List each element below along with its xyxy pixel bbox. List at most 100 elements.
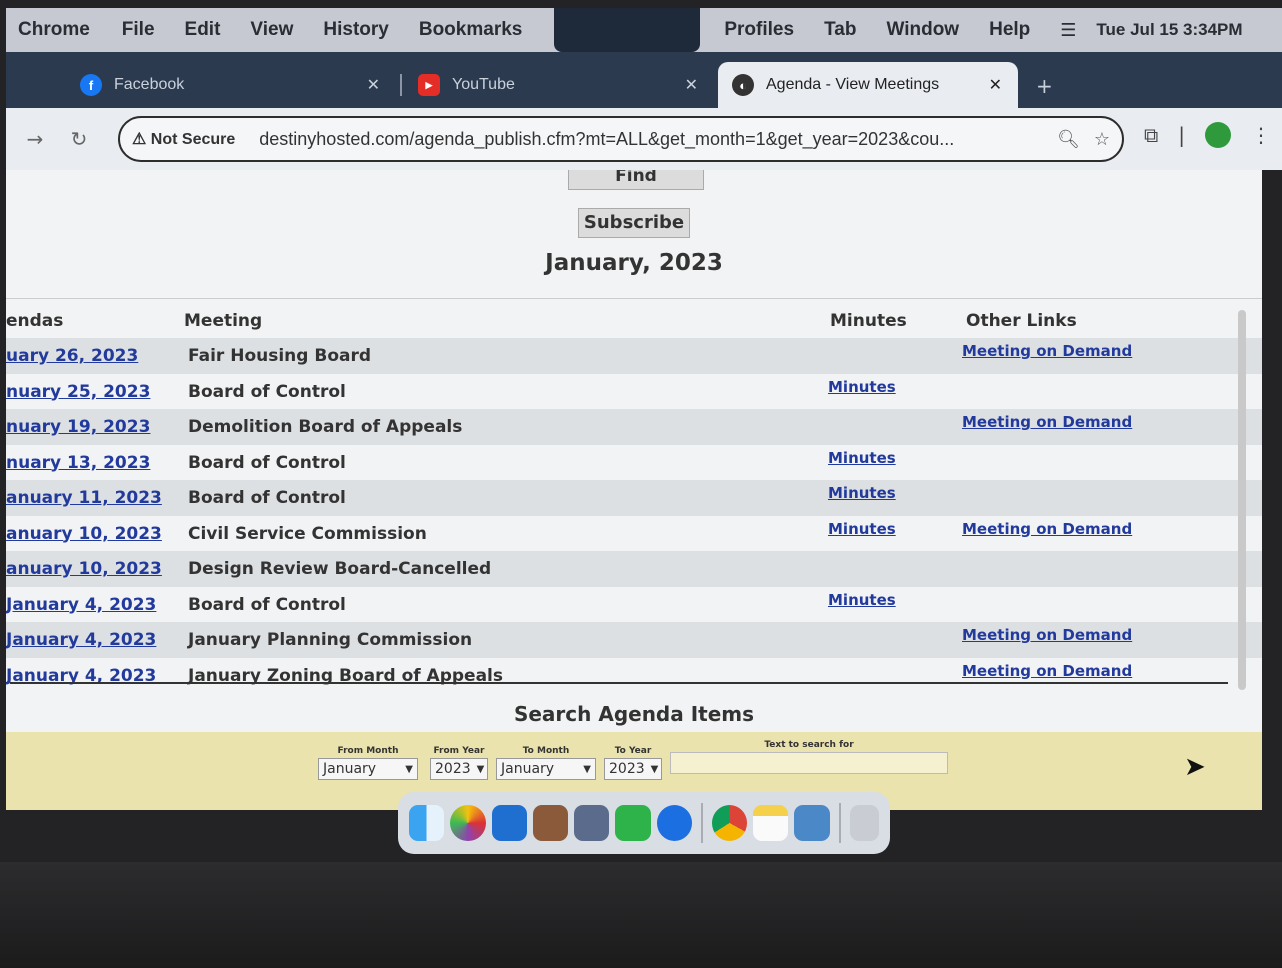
bookmark-star-icon[interactable]: ☆ bbox=[1094, 129, 1110, 150]
globe-icon: ◐ bbox=[732, 74, 754, 96]
profile-avatar[interactable] bbox=[1205, 122, 1232, 148]
mail-icon[interactable] bbox=[491, 805, 527, 841]
meeting-name: Board of Control bbox=[188, 594, 346, 615]
menu-profiles[interactable]: Profiles bbox=[724, 19, 794, 41]
tab-facebook[interactable]: f Facebook ✕ bbox=[66, 62, 396, 108]
menu-edit[interactable]: Edit bbox=[185, 19, 221, 41]
control-center-icon[interactable]: ☰ bbox=[1060, 20, 1076, 41]
url-text[interactable]: destinyhosted.com/agenda_publish.cfm?mt=… bbox=[259, 129, 1043, 150]
safari-icon[interactable] bbox=[656, 805, 692, 841]
zoom-icon[interactable]: 🔍︎ bbox=[1057, 129, 1080, 150]
minutes-link[interactable]: Minutes bbox=[828, 520, 896, 538]
chrome-icon[interactable] bbox=[711, 805, 748, 841]
notes-brown-icon[interactable] bbox=[532, 805, 569, 841]
table-row: nuary 25, 2023 Board of Control Minutes bbox=[6, 374, 1262, 410]
preview-icon[interactable] bbox=[794, 805, 830, 841]
menu-file[interactable]: File bbox=[122, 19, 155, 41]
meeting-name: Board of Control bbox=[188, 452, 346, 473]
agenda-date-link[interactable]: nuary 19, 2023 bbox=[6, 417, 150, 437]
toolbar-right: ⧉ | ⋮ bbox=[1144, 122, 1282, 148]
search-text-group: Text to search for bbox=[670, 740, 948, 774]
meeting-name: Civil Service Commission bbox=[188, 523, 427, 544]
extensions-icon[interactable]: ⧉ bbox=[1144, 123, 1158, 147]
meeting-on-demand-link[interactable]: Meeting on Demand bbox=[962, 662, 1132, 680]
meeting-on-demand-link[interactable]: Meeting on Demand bbox=[962, 413, 1132, 431]
search-agenda-title: Search Agenda Items bbox=[513, 702, 755, 726]
launchpad-icon[interactable] bbox=[574, 805, 610, 841]
web-page: Find Meetings Subscribe January, 2023 en… bbox=[6, 170, 1262, 810]
photos-icon[interactable] bbox=[450, 805, 486, 841]
youtube-icon: ▶ bbox=[418, 74, 440, 96]
meeting-name: Board of Control bbox=[188, 488, 346, 508]
finder-icon[interactable] bbox=[409, 805, 445, 841]
search-text-input[interactable] bbox=[670, 752, 948, 774]
page-scrollbar[interactable] bbox=[1238, 310, 1246, 690]
find-meetings-button[interactable]: Find Meetings bbox=[568, 170, 704, 190]
menu-clock[interactable]: Tue Jul 15 3:34PM bbox=[1096, 20, 1242, 40]
agenda-date-link[interactable]: nuary 25, 2023 bbox=[6, 382, 150, 402]
from-month-value: January bbox=[323, 761, 377, 777]
meeting-name: Demolition Board of Appeals bbox=[188, 417, 463, 437]
chevron-down-icon: ▼ bbox=[583, 763, 591, 775]
agenda-date-link[interactable]: uary 26, 2023 bbox=[6, 346, 138, 366]
close-icon[interactable]: ✕ bbox=[685, 75, 698, 95]
messages-icon[interactable] bbox=[615, 805, 651, 841]
col-other-links: Other Links bbox=[966, 311, 1077, 331]
table-row: anuary 11, 2023 Board of Control Minutes bbox=[6, 480, 1262, 516]
divider-icon: | bbox=[1178, 123, 1186, 147]
from-year-select[interactable]: 2023 ▼ bbox=[430, 758, 488, 780]
minutes-link[interactable]: Minutes bbox=[828, 484, 896, 502]
agenda-date-link[interactable]: nuary 13, 2023 bbox=[6, 453, 150, 473]
mac-menu-bar: Chrome File Edit View History Bookmarks … bbox=[6, 8, 1282, 52]
to-year-label: To Year bbox=[614, 746, 652, 756]
new-tab-icon[interactable]: + bbox=[1036, 74, 1053, 98]
from-year-value: 2023 bbox=[435, 761, 471, 777]
not-secure-label[interactable]: ⚠ Not Secure bbox=[132, 129, 235, 149]
meeting-on-demand-link[interactable]: Meeting on Demand bbox=[962, 626, 1132, 644]
menu-window[interactable]: Window bbox=[886, 19, 959, 41]
agenda-date-link[interactable]: anuary 10, 2023 bbox=[6, 524, 162, 544]
dock-separator bbox=[838, 803, 841, 843]
table-divider bbox=[10, 682, 1228, 684]
table-row: January 4, 2023 January Zoning Board of … bbox=[6, 658, 1262, 694]
table-row: anuary 10, 2023 Design Review Board-Canc… bbox=[6, 551, 1262, 587]
minutes-link[interactable]: Minutes bbox=[828, 378, 896, 396]
agenda-date-link[interactable]: anuary 10, 2023 bbox=[6, 559, 162, 579]
kebab-menu-icon[interactable]: ⋮ bbox=[1251, 123, 1271, 147]
trash-icon[interactable] bbox=[849, 805, 879, 841]
meeting-on-demand-link[interactable]: Meeting on Demand bbox=[962, 520, 1132, 538]
camera-notch bbox=[554, 8, 701, 52]
from-year-label: From Year bbox=[433, 746, 485, 756]
minutes-link[interactable]: Minutes bbox=[828, 591, 896, 609]
table-row: nuary 19, 2023 Demolition Board of Appea… bbox=[6, 409, 1262, 445]
table-header: endas Meeting Minutes Other Links bbox=[6, 298, 1262, 338]
menu-tab[interactable]: Tab bbox=[824, 19, 856, 41]
close-icon[interactable]: ✕ bbox=[989, 75, 1002, 95]
browser-toolbar: → ↻ ⚠ Not Secure destinyhosted.com/agend… bbox=[6, 108, 1282, 170]
menu-chrome[interactable]: Chrome bbox=[18, 19, 90, 41]
to-month-group: To Month January ▼ bbox=[496, 746, 596, 780]
from-month-select[interactable]: January ▼ bbox=[318, 758, 418, 780]
minutes-link[interactable]: Minutes bbox=[828, 449, 896, 467]
to-year-select[interactable]: 2023 ▼ bbox=[604, 758, 662, 780]
address-bar[interactable]: ⚠ Not Secure destinyhosted.com/agenda_pu… bbox=[118, 116, 1124, 162]
agenda-date-link[interactable]: January 4, 2023 bbox=[6, 595, 156, 615]
mac-dock bbox=[398, 792, 890, 854]
tab-youtube[interactable]: ▶ YouTube ✕ bbox=[404, 62, 714, 108]
agenda-date-link[interactable]: January 4, 2023 bbox=[6, 630, 156, 650]
table-row: nuary 13, 2023 Board of Control Minutes bbox=[6, 445, 1262, 481]
close-icon[interactable]: ✕ bbox=[367, 75, 380, 95]
agenda-date-link[interactable]: anuary 11, 2023 bbox=[6, 488, 162, 508]
tab-separator bbox=[400, 74, 402, 96]
to-month-select[interactable]: January ▼ bbox=[496, 758, 596, 780]
menu-history[interactable]: History bbox=[323, 19, 388, 41]
subscribe-button[interactable]: Subscribe bbox=[578, 208, 690, 238]
reload-icon[interactable]: ↻ bbox=[64, 127, 94, 151]
menu-bookmarks[interactable]: Bookmarks bbox=[419, 19, 523, 41]
tab-agenda[interactable]: ◐ Agenda - View Meetings ✕ bbox=[718, 62, 1018, 108]
menu-view[interactable]: View bbox=[250, 19, 293, 41]
notes-icon[interactable] bbox=[753, 805, 789, 841]
menu-help[interactable]: Help bbox=[989, 19, 1030, 41]
meeting-on-demand-link[interactable]: Meeting on Demand bbox=[962, 342, 1132, 360]
forward-icon[interactable]: → bbox=[20, 127, 50, 151]
